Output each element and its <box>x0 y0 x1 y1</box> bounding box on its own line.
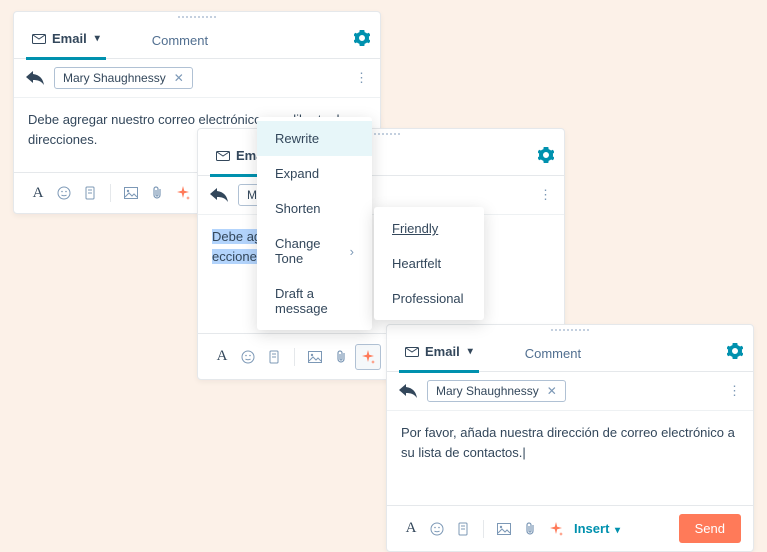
chevron-down-icon: ▾ <box>95 33 100 44</box>
text-style-button[interactable]: A <box>26 181 50 205</box>
email-icon <box>32 34 46 44</box>
ai-sparkle-icon[interactable] <box>171 181 195 205</box>
body-text: Por favor, añada nuestra dirección de co… <box>401 425 735 460</box>
close-icon[interactable]: ✕ <box>547 384 557 398</box>
more-menu-icon[interactable]: ⋮ <box>539 193 552 197</box>
image-icon[interactable] <box>303 345 327 369</box>
tone-heartfelt[interactable]: Heartfelt <box>374 246 484 281</box>
close-icon[interactable]: ✕ <box>174 71 184 85</box>
emoji-icon[interactable] <box>52 181 76 205</box>
tab-email[interactable]: Email ▾ <box>26 21 106 60</box>
image-icon[interactable] <box>492 517 516 541</box>
snippet-icon[interactable] <box>262 345 286 369</box>
ai-sparkle-icon[interactable] <box>355 344 381 370</box>
send-button[interactable]: Send <box>679 514 741 543</box>
ai-menu-rewrite[interactable]: Rewrite <box>257 121 372 156</box>
gear-icon[interactable] <box>354 30 370 46</box>
chevron-right-icon: › <box>350 244 354 259</box>
attachment-icon[interactable] <box>518 517 542 541</box>
reply-icon[interactable] <box>26 71 44 85</box>
divider <box>110 184 111 202</box>
more-menu-icon[interactable]: ⋮ <box>355 76 368 80</box>
tone-professional[interactable]: Professional <box>374 281 484 316</box>
recipient-chip[interactable]: Mary Shaughnessy ✕ <box>54 67 193 89</box>
divider <box>294 348 295 366</box>
more-menu-icon[interactable]: ⋮ <box>728 389 741 393</box>
gear-icon[interactable] <box>727 343 743 359</box>
email-icon <box>216 151 230 161</box>
tab-bar: Email ▾ Comment <box>387 335 753 372</box>
tone-friendly[interactable]: Friendly <box>374 211 484 246</box>
image-icon[interactable] <box>119 181 143 205</box>
tab-email[interactable]: Email ▾ <box>399 334 479 373</box>
attachment-icon[interactable] <box>145 181 169 205</box>
email-panel-3: Email ▾ Comment Mary Shaughnessy ✕ ⋮ Por … <box>386 324 754 552</box>
email-icon <box>405 347 419 357</box>
emoji-icon[interactable] <box>236 345 260 369</box>
email-body[interactable]: Por favor, añada nuestra dirección de co… <box>387 411 753 485</box>
recipient-row: Mary Shaughnessy ✕ ⋮ <box>387 372 753 411</box>
ai-menu-expand[interactable]: Expand <box>257 156 372 191</box>
tab-comment[interactable]: Comment <box>146 22 214 58</box>
reply-icon[interactable] <box>210 188 228 202</box>
ai-menu-draft[interactable]: Draft a message <box>257 276 372 326</box>
reply-icon[interactable] <box>399 384 417 398</box>
recipient-name: Mary Shaughnessy <box>436 384 539 398</box>
toolbar: A Insert ▾ Send <box>387 505 753 551</box>
ai-actions-menu: Rewrite Expand Shorten Change Tone› Draf… <box>257 117 372 330</box>
emoji-icon[interactable] <box>425 517 449 541</box>
tab-comment[interactable]: Comment <box>519 335 587 371</box>
recipient-chip[interactable]: Mary Shaughnessy ✕ <box>427 380 566 402</box>
recipient-row: Mary Shaughnessy ✕ ⋮ <box>14 59 380 98</box>
chevron-down-icon: ▾ <box>468 346 473 357</box>
divider <box>483 520 484 538</box>
tab-comment-label: Comment <box>525 346 581 361</box>
tab-email-label: Email <box>52 31 87 46</box>
ai-menu-change-tone[interactable]: Change Tone› <box>257 226 372 276</box>
tab-bar: Email ▾ <box>198 139 564 176</box>
snippet-icon[interactable] <box>451 517 475 541</box>
text-style-button[interactable]: A <box>399 517 423 541</box>
text-style-button[interactable]: A <box>210 345 234 369</box>
snippet-icon[interactable] <box>78 181 102 205</box>
ai-sparkle-icon[interactable] <box>544 517 568 541</box>
tab-email-label: Email <box>425 344 460 359</box>
insert-menu[interactable]: Insert ▾ <box>574 521 620 536</box>
tone-submenu: Friendly Heartfelt Professional <box>374 207 484 320</box>
attachment-icon[interactable] <box>329 345 353 369</box>
recipient-name: Mary Shaughnessy <box>63 71 166 85</box>
gear-icon[interactable] <box>538 147 554 163</box>
ai-menu-shorten[interactable]: Shorten <box>257 191 372 226</box>
tab-comment-label: Comment <box>152 33 208 48</box>
tab-bar: Email ▾ Comment <box>14 22 380 59</box>
